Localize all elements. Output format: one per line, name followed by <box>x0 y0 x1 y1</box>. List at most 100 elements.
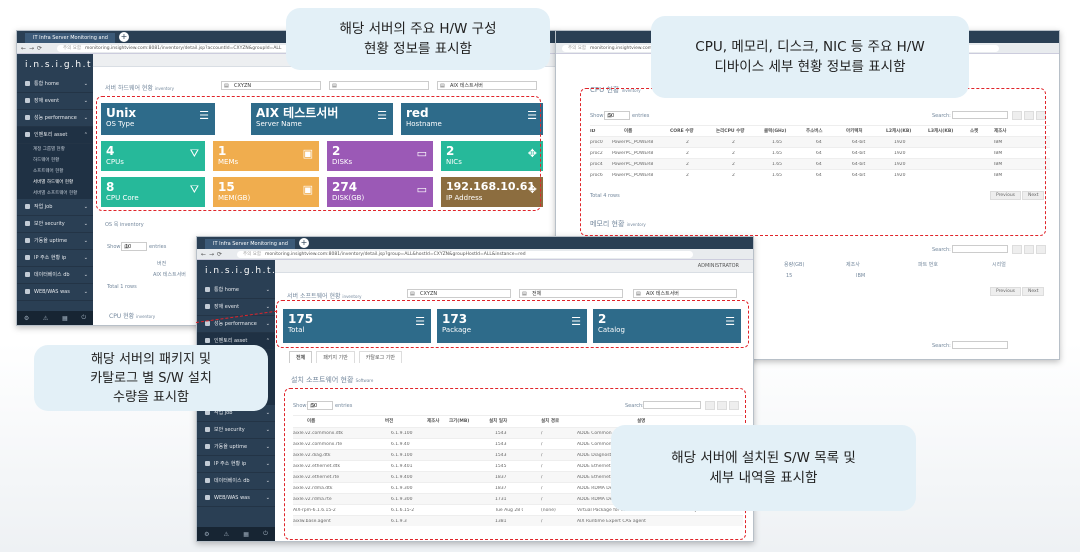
server-select[interactable]: AIX 테스트서버 <box>633 289 737 298</box>
os-row-cell: AIX 테스트서버 <box>153 272 186 278</box>
group-select[interactable]: 전체 <box>519 289 623 298</box>
chevron-down-icon: ⌄ <box>265 427 270 433</box>
sidebar-item-event[interactable]: 장애 event ⌄ <box>17 93 93 110</box>
network-icon <box>205 461 210 466</box>
settings-icon[interactable]: ⚙ <box>24 315 29 322</box>
grid-icon[interactable]: ▦ <box>243 531 249 538</box>
sidebar-item-home[interactable]: 통합 home ⌄ <box>17 76 93 93</box>
callout-hw: 해당 서버의 주요 H/W 구성 현황 정보를 표시함 <box>286 8 550 70</box>
sidebar-item-db[interactable]: 데이터베이스 db ⌄ <box>17 267 93 284</box>
address-input[interactable]: 주의 요함 monitoring.insightview.com:8081/inv… <box>237 251 693 258</box>
sidebar-item-performance[interactable]: 성능 performance ⌄ <box>197 316 275 333</box>
sidebar-item-label: IP 주소 현황 ip <box>214 461 247 467</box>
sidebar-subitem[interactable]: 하드웨어 현황 <box>17 155 93 166</box>
chevron-up-icon: ⌃ <box>83 132 88 138</box>
new-tab-icon[interactable]: + <box>119 32 129 42</box>
back-icon[interactable]: ← <box>201 251 206 258</box>
server-select[interactable]: AIX 테스트서버 <box>437 81 537 90</box>
network-icon <box>25 255 30 260</box>
sidebar-item-label: 통합 home <box>34 81 59 87</box>
account-select[interactable]: CXYZN <box>221 81 321 90</box>
forward-icon[interactable]: → <box>29 45 34 52</box>
grid-icon[interactable]: ▦ <box>62 315 68 322</box>
globe-icon <box>25 289 30 294</box>
search-input[interactable] <box>952 341 1008 349</box>
sidebar-subitem[interactable]: 서버별 소프트웨어 현황 <box>17 188 93 199</box>
sidebar-item-label: WEB/WAS was <box>214 495 250 501</box>
url-warning: 주의 요함 <box>568 46 586 51</box>
sidebar-item-performance[interactable]: 성능 performance ⌄ <box>17 110 93 127</box>
callout-sw: 해당 서버에 설치된 S/W 목록 및 세부 내역을 표시함 <box>611 425 916 511</box>
url-bar: ← → ⟳ 주의 요함 monitoring.insightview.com:80… <box>197 249 753 260</box>
mem-cell: 15 <box>786 273 793 279</box>
chevron-down-icon: ⌄ <box>83 272 88 278</box>
sidebar-item-asset[interactable]: 인벤토리 asset ⌃ <box>17 127 93 144</box>
page-size-select[interactable]: 10 <box>121 242 147 251</box>
sidebar-item-ip[interactable]: IP 주소 현황 ip ⌄ <box>197 456 275 473</box>
reload-icon[interactable]: ⟳ <box>37 45 42 52</box>
mem-cell: IBM <box>856 273 866 279</box>
page-title-text: 서버 소프트웨어 현황 <box>287 293 341 300</box>
sidebar-item-uptime[interactable]: 가동율 uptime ⌄ <box>197 439 275 456</box>
sidebar-item-label: 작업 job <box>34 204 53 210</box>
alert-icon[interactable]: ⚠ <box>224 531 229 538</box>
tab-catalog[interactable]: 카탈로그 기반 <box>358 351 402 363</box>
sidebar-subitem-active[interactable]: 서버별 하드웨어 현황 <box>17 177 93 188</box>
bell-icon <box>205 304 210 309</box>
search-input[interactable] <box>952 245 1008 253</box>
next-button[interactable]: Next <box>1022 287 1045 296</box>
previous-button[interactable]: Previous <box>990 287 1022 296</box>
power-icon[interactable]: ⏻ <box>81 314 86 322</box>
settings-icon[interactable]: ⚙ <box>204 531 209 538</box>
mem-col-header: 시리얼 <box>992 262 1006 268</box>
sidebar-item-security[interactable]: 보안 security ⌄ <box>17 216 93 233</box>
callout-pkg: 해당 서버의 패키지 및 카탈로그 별 S/W 설치 수량을 표시함 <box>34 345 268 411</box>
sidebar-item-label: WEB/WAS was <box>34 289 70 295</box>
chevron-down-icon: ⌄ <box>83 238 88 244</box>
sidebar-item-home[interactable]: 통합 home ⌄ <box>197 282 275 299</box>
browser-tab[interactable]: IT Infra Server Monitoring and <box>205 239 295 249</box>
group-select[interactable] <box>329 81 429 90</box>
sidebar-subitem[interactable]: 계정 그룹별 현황 <box>17 144 93 155</box>
sidebar-item-was[interactable]: WEB/WAS was ⌄ <box>197 490 275 507</box>
shield-icon <box>25 221 30 226</box>
alert-icon[interactable]: ⚠ <box>43 315 48 322</box>
sidebar-item-uptime[interactable]: 가동율 uptime ⌄ <box>17 233 93 250</box>
browser-tab[interactable]: IT Infra Server Monitoring and <box>25 33 115 43</box>
url-text: monitoring.insightview.com:8081/inventor… <box>85 46 282 51</box>
chart-icon <box>25 115 30 120</box>
sidebar-item-ip[interactable]: IP 주소 현황 ip ⌄ <box>17 250 93 267</box>
show-label: Show <box>107 244 121 250</box>
admin-menu[interactable]: ADMINISTRATOR <box>698 263 739 269</box>
print-button[interactable] <box>1036 245 1046 254</box>
excel-button[interactable] <box>1024 245 1034 254</box>
search-label: Search: <box>932 247 951 253</box>
forward-icon[interactable]: → <box>209 251 214 258</box>
copy-button[interactable] <box>1012 245 1022 254</box>
sidebar: i.n.s.i.g.h.t.V.e.w 통합 home ⌄ 장애 event ⌄ 성… <box>17 54 126 325</box>
tab-all[interactable]: 전체 <box>289 351 313 363</box>
tab-package[interactable]: 패키지 기반 <box>316 351 355 363</box>
reload-icon[interactable]: ⟳ <box>217 251 222 258</box>
chevron-down-icon: ⌄ <box>265 304 270 310</box>
cpu-section-text: CPU 현황 <box>109 313 135 320</box>
chevron-down-icon: ⌄ <box>83 255 88 261</box>
url-text: monitoring.insightview.com <box>590 46 653 51</box>
sidebar-item-job[interactable]: 작업 job ⌄ <box>17 199 93 216</box>
sidebar-item-security[interactable]: 보안 security ⌄ <box>197 422 275 439</box>
url-text: monitoring.insightview.com:8081/inventor… <box>265 252 526 257</box>
globe-icon <box>205 495 210 500</box>
sidebar-item-was[interactable]: WEB/WAS was ⌄ <box>17 284 93 301</box>
sidebar-item-label: 가동율 uptime <box>34 238 68 244</box>
sidebar-item-db[interactable]: 데이터베이스 db ⌄ <box>197 473 275 490</box>
new-tab-icon[interactable]: + <box>299 238 309 248</box>
sw-tabs: 전체 패키지 기반 카탈로그 기반 <box>289 351 402 363</box>
sidebar-subitem[interactable]: 소프트웨어 현황 <box>17 166 93 177</box>
sw-section-title: 설치 소프트웨어 현황 Software <box>291 375 373 385</box>
power-icon[interactable]: ⏻ <box>263 530 268 538</box>
chevron-down-icon: ⌄ <box>83 81 88 87</box>
page-title: 서버 하드웨어 현황 inventory <box>105 83 174 92</box>
back-icon[interactable]: ← <box>21 45 26 52</box>
account-select[interactable]: CXYZN <box>407 289 511 298</box>
url-warning: 주의 요함 <box>63 46 81 51</box>
